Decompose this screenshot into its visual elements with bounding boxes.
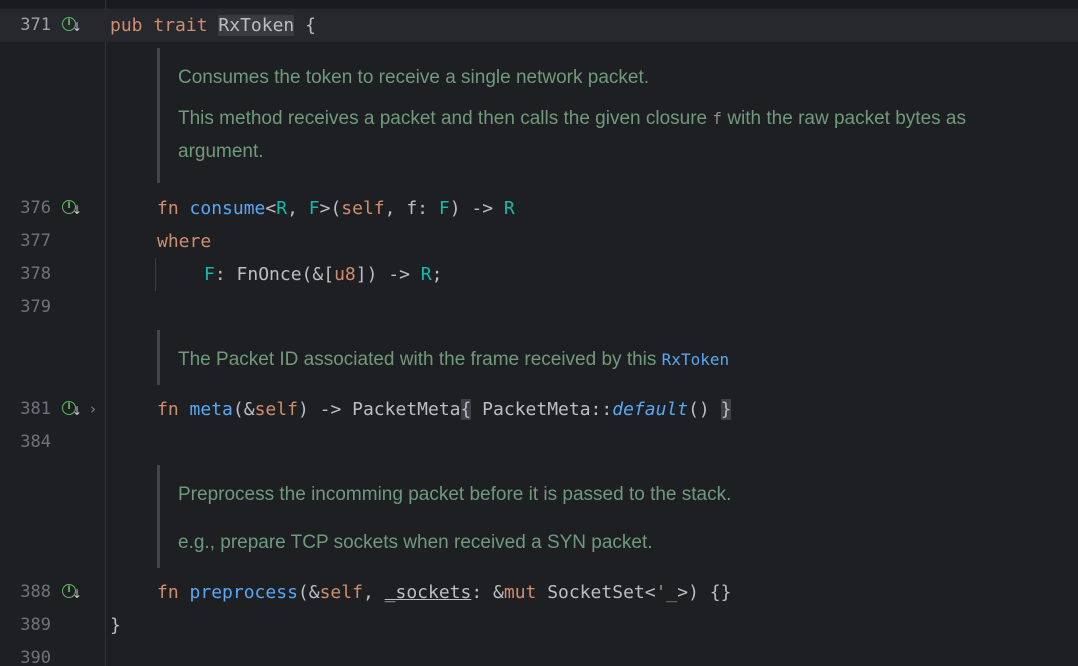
line-number: 379 xyxy=(20,297,51,317)
folded-region-open: { xyxy=(460,399,472,420)
doc-paragraph: The Packet ID associated with the frame … xyxy=(178,349,730,370)
line-number: 381 xyxy=(20,399,51,419)
code-line-379[interactable]: 379 xyxy=(0,291,1078,324)
code-line-390[interactable]: 390 xyxy=(0,642,1078,666)
code-line-377[interactable]: 377 where xyxy=(0,225,1078,258)
editor-top-strip xyxy=(0,0,1078,8)
code-text[interactable]: fn preprocess(&self, _sockets: &mut Sock… xyxy=(157,576,731,609)
code-line-378[interactable]: 378 F: FnOnce(&[u8]) -> R; xyxy=(0,258,1078,291)
doc-paragraph: Preprocess the incomming packet before i… xyxy=(178,484,732,505)
doc-comment-meta: The Packet ID associated with the frame … xyxy=(157,330,729,385)
code-text[interactable]: fn meta(&self) -> PacketMeta{ PacketMeta… xyxy=(157,393,732,426)
line-number: 376 xyxy=(20,198,51,218)
code-line-388[interactable]: 388 I ↓ fn preprocess(&self, _sockets: &… xyxy=(0,576,1078,609)
line-number: 390 xyxy=(20,648,51,666)
line-number: 371 xyxy=(20,15,51,35)
code-line-371[interactable]: 371 I ↓ pub trait RxToken { xyxy=(0,9,1078,42)
navigate-down-arrow-icon: ↓ xyxy=(72,404,83,418)
indent-guide xyxy=(155,258,156,291)
line-number: 388 xyxy=(20,582,51,602)
code-text[interactable]: F: FnOnce(&[u8]) -> R; xyxy=(204,258,442,291)
doc-comment-consume: Consumes the token to receive a single n… xyxy=(157,48,966,183)
code-line-389[interactable]: 389 } xyxy=(0,609,1078,642)
code-editor[interactable]: 371 I ↓ pub trait RxToken { Consumes the… xyxy=(0,0,1078,666)
code-text[interactable]: where xyxy=(157,225,211,258)
code-text[interactable]: pub trait RxToken { xyxy=(110,9,316,42)
code-line-381[interactable]: 381 I ↓ › fn meta(&self) -> PacketMeta{ … xyxy=(0,393,1078,426)
unused-param: _sockets xyxy=(384,582,472,603)
doc-paragraph: Consumes the token to receive a single n… xyxy=(178,67,650,88)
doc-paragraph: e.g., prepare TCP sockets when received … xyxy=(178,532,653,553)
doc-paragraph: This method receives a packet and then c… xyxy=(178,108,966,162)
chevron-right-icon[interactable]: › xyxy=(90,393,96,426)
code-line-384[interactable]: 384 xyxy=(0,426,1078,459)
doc-comment-preprocess: Preprocess the incomming packet before i… xyxy=(157,465,731,568)
navigate-down-arrow-icon: ↓ xyxy=(72,203,83,217)
gutter-separator xyxy=(105,0,106,666)
navigate-down-arrow-icon: ↓ xyxy=(72,20,83,34)
doc-code-reference: RxToken xyxy=(661,350,730,369)
code-line-376[interactable]: 376 I ↓ fn consume<R, F>(self, f: F) -> … xyxy=(0,192,1078,225)
code-text[interactable]: fn consume<R, F>(self, f: F) -> R xyxy=(157,192,515,225)
line-number: 389 xyxy=(20,615,51,635)
folded-region-close: } xyxy=(720,399,732,420)
line-number: 384 xyxy=(20,432,51,452)
line-number: 378 xyxy=(20,264,51,284)
navigate-down-arrow-icon: ↓ xyxy=(72,587,83,601)
code-text[interactable]: } xyxy=(110,609,121,642)
line-number: 377 xyxy=(20,231,51,251)
